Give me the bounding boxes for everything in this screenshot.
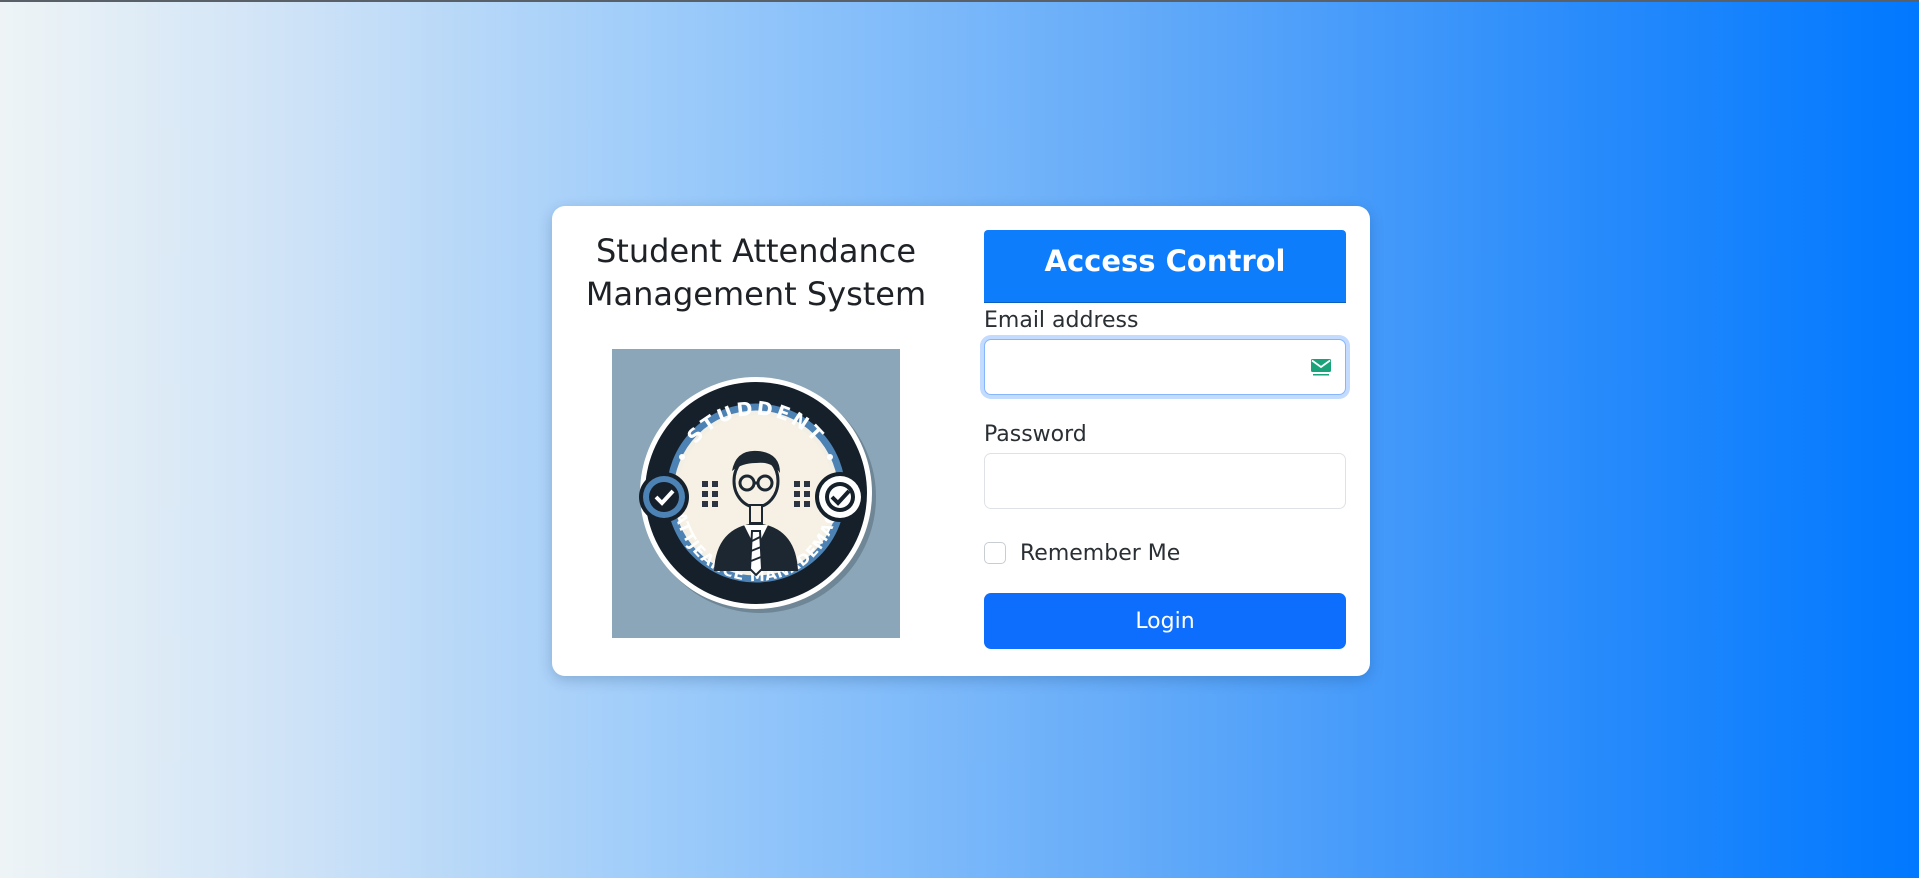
window-top-border <box>0 0 1919 2</box>
email-input[interactable] <box>984 339 1346 395</box>
mail-icon[interactable] <box>1310 357 1332 377</box>
email-label: Email address <box>984 308 1139 333</box>
system-title: Student Attendance Management System <box>585 232 927 313</box>
email-field-wrapper <box>984 339 1346 395</box>
password-field-wrapper <box>984 453 1346 509</box>
remember-me-label[interactable]: Remember Me <box>1020 541 1180 566</box>
login-card: Student Attendance Management System STU… <box>552 206 1370 676</box>
password-input[interactable] <box>984 453 1346 509</box>
login-form: Access Control Email address Password Re… <box>984 230 1346 649</box>
access-control-header: Access Control <box>984 230 1346 303</box>
login-button[interactable]: Login <box>984 593 1346 649</box>
remember-me-checkbox[interactable] <box>984 542 1006 564</box>
student-badge-logo: STUDDENT ATTJEANCE MANADEMAC <box>612 349 900 638</box>
remember-me-row: Remember Me <box>984 539 1346 567</box>
branding-panel: Student Attendance Management System STU… <box>552 206 960 676</box>
password-label: Password <box>984 422 1087 447</box>
